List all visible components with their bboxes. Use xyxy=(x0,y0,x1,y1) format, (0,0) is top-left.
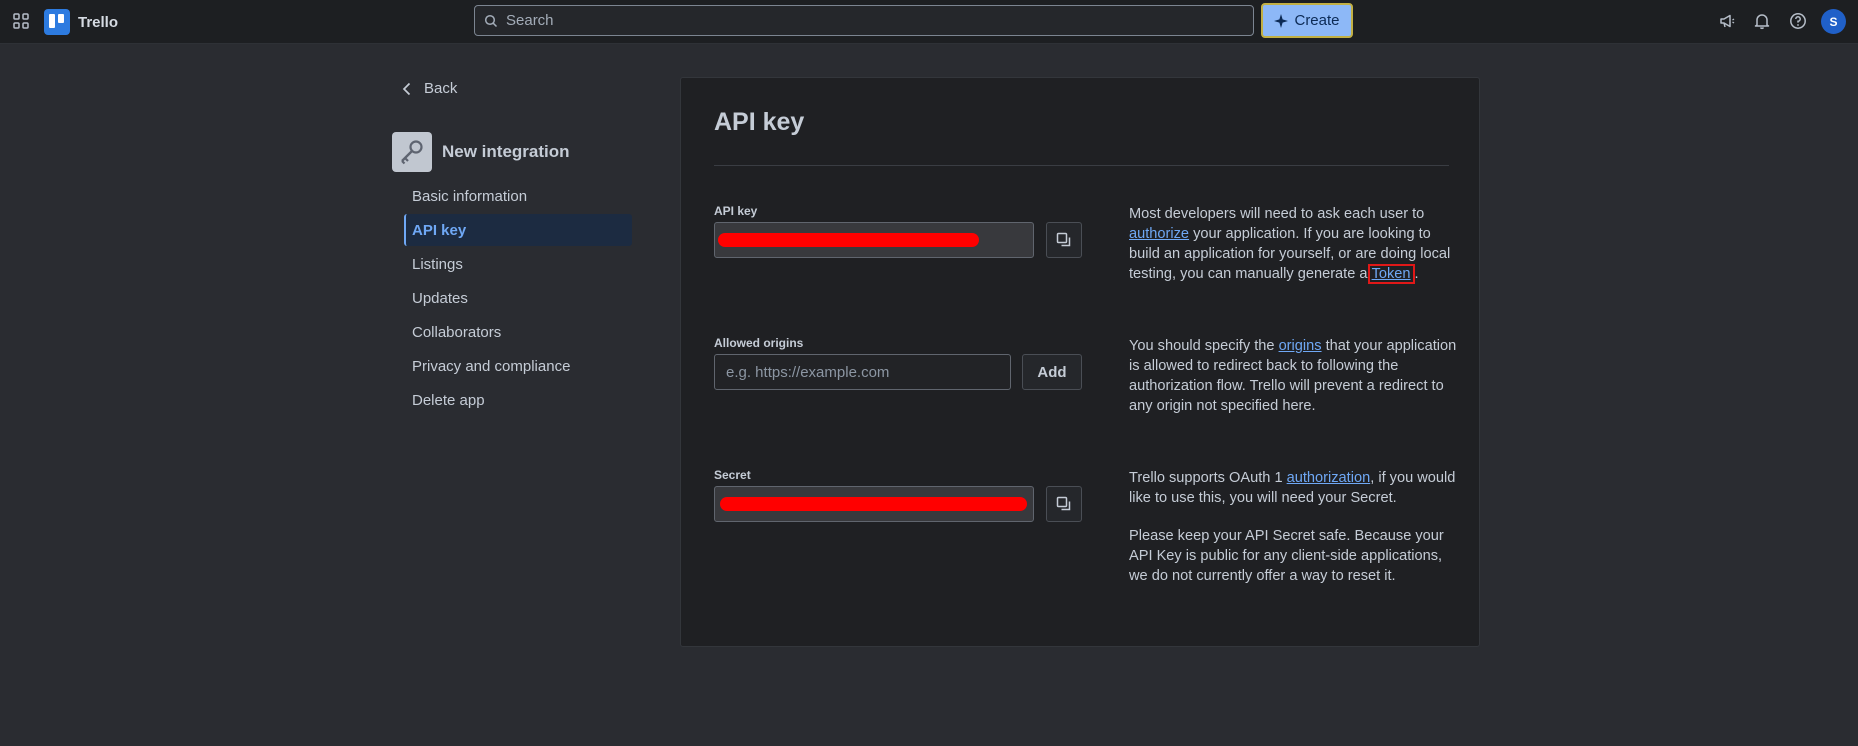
help-icon[interactable] xyxy=(1789,12,1807,30)
integration-name: New integration xyxy=(442,142,570,161)
sidebar-item-basic-information[interactable]: Basic information xyxy=(404,180,632,212)
redaction-bar xyxy=(718,233,979,247)
create-button-label: Create xyxy=(1294,12,1340,29)
redaction-bar xyxy=(720,497,1027,511)
page-title: API key xyxy=(714,108,805,136)
back-link[interactable]: Back xyxy=(402,80,457,97)
sidebar-item-collaborators[interactable]: Collaborators xyxy=(404,316,632,348)
megaphone-icon[interactable] xyxy=(1718,12,1736,30)
sidebar-item-listings[interactable]: Listings xyxy=(404,248,632,280)
add-origin-label: Add xyxy=(1037,363,1067,381)
copy-secret-button[interactable] xyxy=(1046,486,1082,522)
app-switcher-icon[interactable] xyxy=(13,13,29,29)
app-name: Trello xyxy=(78,13,119,31)
add-origin-button[interactable]: Add xyxy=(1022,354,1082,390)
secret-warning-text: Please keep your API Secret safe. Becaus… xyxy=(1129,528,1444,584)
secret-help-text: Trello supports OAuth 1 authorization, i… xyxy=(1129,468,1459,508)
copy-api-key-button[interactable] xyxy=(1046,222,1082,258)
integration-header: New integration xyxy=(392,132,570,172)
avatar-initial: S xyxy=(1829,14,1838,29)
back-label: Back xyxy=(424,80,458,97)
search-icon xyxy=(484,14,498,27)
search-bar[interactable] xyxy=(474,5,1254,36)
trello-logo-icon xyxy=(44,9,70,35)
allowed-origins-label: Allowed origins xyxy=(714,336,804,350)
key-icon xyxy=(392,132,432,172)
allowed-origins-help-text: You should specify the origins that your… xyxy=(1129,336,1459,416)
top-bar: Trello Create S xyxy=(0,0,1858,44)
help-text: Most developers will need to ask each us… xyxy=(1129,206,1425,222)
authorization-link[interactable]: authorization xyxy=(1287,470,1371,486)
sidebar-item-updates[interactable]: Updates xyxy=(404,282,632,314)
sparkle-icon xyxy=(1274,13,1289,28)
chevron-left-icon xyxy=(402,82,411,95)
sidebar-item-delete-app[interactable]: Delete app xyxy=(404,384,632,416)
api-key-card: API key API key Most developers will nee… xyxy=(680,77,1480,647)
copy-icon xyxy=(1056,232,1071,247)
create-button[interactable]: Create xyxy=(1261,3,1353,38)
sidebar-nav: Basic information API key Listings Updat… xyxy=(404,180,632,418)
authorize-link[interactable]: authorize xyxy=(1129,226,1189,242)
title-divider xyxy=(714,165,1449,166)
help-text: Trello supports OAuth 1 xyxy=(1129,470,1287,486)
user-avatar[interactable]: S xyxy=(1821,9,1846,34)
api-key-label: API key xyxy=(714,204,758,218)
help-text: . xyxy=(1414,266,1419,282)
trello-logo[interactable]: Trello xyxy=(44,9,118,35)
secret-label: Secret xyxy=(714,468,751,482)
api-key-field[interactable] xyxy=(714,222,1034,258)
secret-field[interactable] xyxy=(714,486,1034,522)
search-input[interactable] xyxy=(506,12,1253,29)
sidebar-item-privacy-and-compliance[interactable]: Privacy and compliance xyxy=(404,350,632,382)
copy-icon xyxy=(1056,496,1071,511)
origins-link[interactable]: origins xyxy=(1279,338,1322,354)
help-text: You should specify the xyxy=(1129,338,1279,354)
token-link[interactable]: Token xyxy=(1372,266,1411,282)
sidebar-item-api-key[interactable]: API key xyxy=(404,214,632,246)
api-key-help-text: Most developers will need to ask each us… xyxy=(1129,204,1459,284)
notifications-bell-icon[interactable] xyxy=(1753,12,1771,30)
token-link-highlight: Token xyxy=(1367,264,1415,284)
allowed-origins-input[interactable] xyxy=(714,354,1011,390)
